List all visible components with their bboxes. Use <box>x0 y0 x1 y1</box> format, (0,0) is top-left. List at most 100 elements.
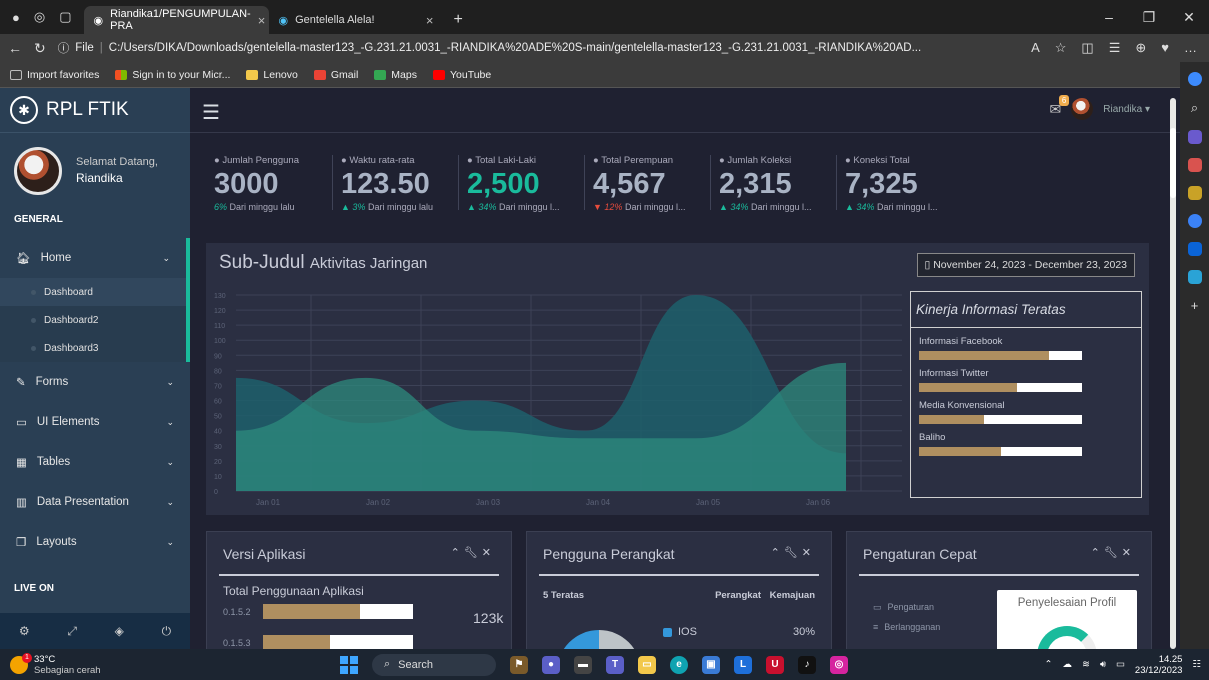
close-icon[interactable]: ✕ <box>1122 547 1135 559</box>
browser-essentials-icon[interactable]: ♥ <box>1161 40 1169 56</box>
date-range-picker[interactable]: ▯ November 24, 2023 - December 23, 2023 <box>916 253 1135 277</box>
sidebar-item-ui-elements[interactable]: ▭ UI Elements ⌄ <box>0 402 190 442</box>
close-tab-icon[interactable]: × <box>258 13 266 28</box>
sidebar-item-tables[interactable]: ▦ Tables ⌄ <box>0 442 190 482</box>
mcafee-icon[interactable]: U <box>766 655 784 674</box>
file-explorer-icon[interactable]: ▭ <box>638 655 656 674</box>
chat-icon[interactable]: ● <box>542 655 560 674</box>
sidebar-subitem-dashboard2[interactable]: Dashboard2 <box>0 306 186 334</box>
shopping-icon[interactable] <box>1187 130 1202 144</box>
favorite-microsoft[interactable]: Sign in to your Micr... <box>115 69 230 81</box>
favorite-maps[interactable]: Maps <box>374 69 417 81</box>
tools-icon[interactable] <box>1187 158 1202 172</box>
workspaces-icon[interactable]: ◎ <box>34 9 45 25</box>
close-window-icon[interactable]: ✕ <box>1169 0 1209 34</box>
games-icon[interactable] <box>1187 186 1202 200</box>
sidebar-item-layouts[interactable]: ❐ Layouts ⌄ <box>0 522 190 562</box>
office-icon[interactable] <box>1187 214 1202 228</box>
favorite-lenovo[interactable]: Lenovo <box>246 69 298 81</box>
new-tab-button[interactable]: + <box>444 6 473 34</box>
teams-icon[interactable]: T <box>606 655 624 674</box>
brand[interactable]: ✱ RPL FTIK <box>0 88 190 133</box>
tiktok-icon[interactable]: ♪ <box>798 655 816 674</box>
profile-icon[interactable]: ● <box>12 10 20 25</box>
collapse-icon[interactable]: ⌃ <box>451 547 464 559</box>
wrench-icon[interactable]: 🔧︎ <box>1104 547 1122 559</box>
close-icon[interactable]: ✕ <box>482 547 495 559</box>
wifi-icon[interactable]: ≋ <box>1082 659 1090 670</box>
tab-actions-icon[interactable]: ▢ <box>59 9 71 25</box>
clock[interactable]: 14.25 23/12/2023 <box>1135 654 1183 676</box>
outlook-icon[interactable] <box>1187 242 1202 256</box>
quick-setting-item[interactable]: ▭ Pengaturan <box>873 602 934 613</box>
device-value: 30% <box>792 626 815 638</box>
version-label: 0.1.5.2 <box>223 606 251 617</box>
restore-icon[interactable]: ❐ <box>1129 0 1169 34</box>
edge-icon[interactable]: e <box>670 655 688 674</box>
avatar[interactable] <box>1071 98 1094 120</box>
user-icon: ● <box>214 155 220 166</box>
sidebar-item-data-presentation[interactable]: ▥ Data Presentation ⌄ <box>0 482 190 522</box>
read-aloud-icon[interactable]: A <box>1031 40 1040 56</box>
favorite-gmail[interactable]: Gmail <box>313 69 358 81</box>
favorite-import[interactable]: Import favorites <box>10 69 99 81</box>
close-icon[interactable]: ✕ <box>802 547 815 559</box>
tab-gentelella[interactable]: ◉ Gentelella Alela! × <box>269 6 444 34</box>
more-icon[interactable]: … <box>1184 40 1197 56</box>
collapse-icon[interactable]: ⌃ <box>1091 547 1104 559</box>
user-dropdown[interactable]: Riandika ▾ <box>1103 104 1150 115</box>
refresh-icon[interactable]: ↻ <box>34 40 46 57</box>
lenovo-vantage-icon[interactable]: L <box>734 655 752 674</box>
minimize-icon[interactable]: – <box>1089 0 1129 34</box>
sidebar-item-home[interactable]: 🏠︎ Home ⌄ <box>0 238 190 278</box>
settings-icon[interactable]: ⚙ <box>19 624 30 638</box>
back-icon[interactable]: ← <box>8 40 22 56</box>
chevron-up-icon[interactable]: ⌃ <box>1045 659 1053 670</box>
page-scrollbar[interactable] <box>1170 98 1176 649</box>
power-icon[interactable]: ⏻ <box>162 624 172 639</box>
favorite-youtube[interactable]: YouTube <box>432 68 492 81</box>
sidebar-item-forms[interactable]: ✎ Forms ⌄ <box>0 362 190 402</box>
favorites-icon[interactable]: ☰ <box>1109 40 1121 56</box>
sidebar-subitem-dashboard[interactable]: Dashboard <box>0 278 186 306</box>
search-icon[interactable]: ⌕ <box>1191 100 1198 116</box>
favorite-star-icon[interactable]: ☆ <box>1055 40 1067 56</box>
sidebar-subitem-dashboard3[interactable]: Dashboard3 <box>0 334 186 362</box>
store-icon[interactable]: ▣ <box>702 655 720 674</box>
stat-label: ● Total Laki-Laki <box>467 155 536 166</box>
fullscreen-icon[interactable]: ⤢ <box>67 624 77 639</box>
add-icon[interactable]: + <box>1191 298 1199 313</box>
eye-slash-icon[interactable]: ◈ <box>115 624 124 638</box>
collapse-icon[interactable]: ⌃ <box>771 547 784 559</box>
wrench-icon[interactable]: 🔧︎ <box>784 547 802 559</box>
scrollbar-thumb[interactable] <box>1170 128 1176 198</box>
taskbar-search[interactable]: ⌕ Search <box>372 653 496 676</box>
tab-github[interactable]: ◉ Riandika1/PENGUMPULAN-PRA × <box>83 6 269 34</box>
divider <box>859 574 1139 576</box>
url-field[interactable]: ⓘ File | C:/Users/DIKA/Downloads/gentele… <box>58 37 1019 59</box>
address-bar: ← ↻ ⓘ File | C:/Users/DIKA/Downloads/gen… <box>0 34 1209 62</box>
task-view-icon[interactable]: ▬ <box>574 655 592 674</box>
version-bar-fill <box>262 604 361 619</box>
instagram-icon[interactable]: ◎ <box>830 655 848 674</box>
close-tab-icon[interactable]: × <box>426 13 434 28</box>
battery-icon[interactable]: ▭ <box>1116 659 1125 670</box>
wrench-icon[interactable]: 🔧︎ <box>464 547 482 559</box>
volume-icon[interactable]: 🔊︎ <box>1100 659 1106 670</box>
start-icon[interactable] <box>340 655 358 674</box>
mail-icon[interactable]: ✉ 6 <box>1050 94 1070 118</box>
menu-toggle-icon[interactable]: ☰ <box>202 100 220 125</box>
notifications-icon[interactable]: ☷ <box>1192 659 1201 670</box>
weather-widget[interactable]: 1 33°C Sebagian cerah <box>0 652 340 676</box>
widgets-icon[interactable]: ⚑ <box>510 655 528 674</box>
sidebar-item-label: Data Presentation <box>36 496 129 508</box>
favorite-label: Sign in to your Micr... <box>132 68 231 81</box>
split-screen-icon[interactable]: ◫ <box>1081 40 1093 56</box>
cloud-icon[interactable]: ☁ <box>1062 659 1072 670</box>
drop-icon[interactable] <box>1187 270 1202 284</box>
trend-up-icon: ▲ <box>719 202 731 212</box>
copilot-icon[interactable] <box>1187 72 1202 86</box>
collections-icon[interactable]: ⊕ <box>1135 40 1146 56</box>
quick-setting-item[interactable]: ≡ Berlangganan <box>873 622 940 632</box>
favorite-label: YouTube <box>449 68 492 81</box>
